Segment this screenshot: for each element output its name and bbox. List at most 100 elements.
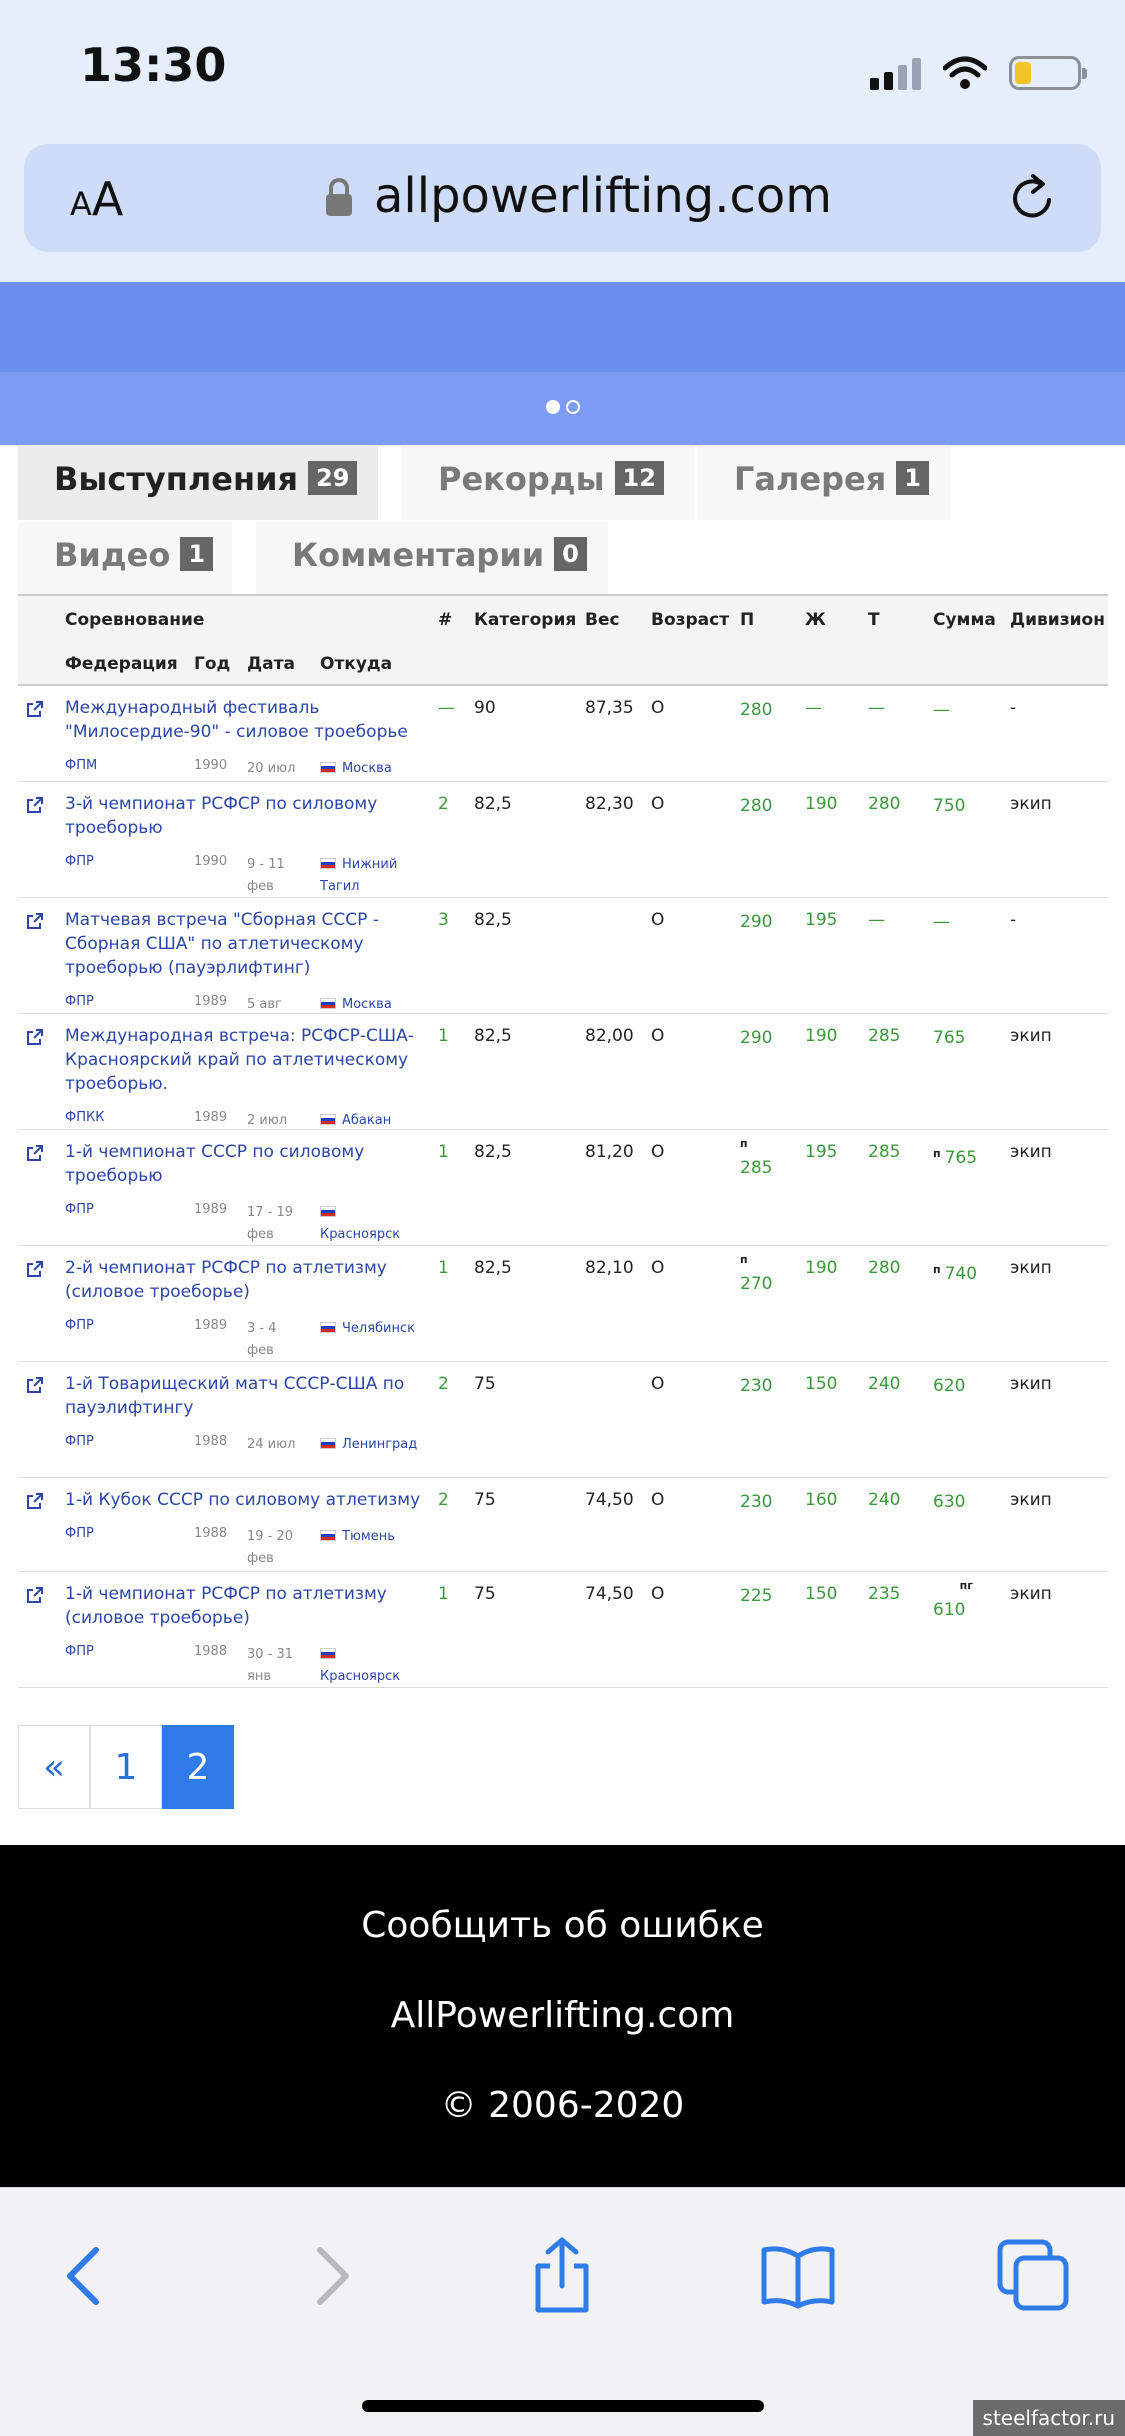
footer-site-link[interactable]: AllPowerlifting.com [0, 1995, 1125, 2036]
bodyweight-cell: 81,20 [585, 1142, 634, 1162]
report-error-link[interactable]: Сообщить об ошибке [0, 1905, 1125, 1946]
bench-cell: 150 [805, 1584, 838, 1604]
competition-link[interactable]: 1-й чемпионат СССР по силовому троеборью [65, 1140, 425, 1188]
age-cell: О [651, 910, 665, 930]
external-link-icon[interactable] [26, 1144, 44, 1162]
russia-flag-icon [320, 1322, 336, 1333]
external-link-icon[interactable] [26, 796, 44, 814]
table-row: Международный фестиваль "Милосердие-90" … [18, 686, 1108, 782]
reload-icon[interactable] [1005, 170, 1061, 226]
carousel-dot-1[interactable] [545, 400, 560, 414]
external-link-icon[interactable] [26, 1376, 44, 1394]
federation-link[interactable]: ФПМ [65, 758, 97, 773]
tab-gallery[interactable]: Галерея 1 [698, 446, 950, 520]
carousel-dots[interactable] [0, 400, 1125, 414]
bookmarks-icon[interactable] [758, 2236, 838, 2316]
address-bar[interactable]: AA allpowerlifting.com [24, 144, 1101, 252]
squat-value: 285 [740, 1158, 773, 1178]
header-bench: Ж [805, 610, 826, 630]
federation-link[interactable]: ФПР [65, 1644, 94, 1659]
table-row: 1-й чемпионат РСФСР по атлетизму (силово… [18, 1572, 1108, 1688]
city-name: Москва [342, 997, 392, 1012]
date-text: 20 июл [247, 761, 296, 776]
external-link-icon[interactable] [26, 1028, 44, 1046]
pagination-page-1[interactable]: 1 [90, 1725, 162, 1809]
place-cell: 3 [438, 910, 449, 930]
federation-link[interactable]: ФПР [65, 1202, 94, 1217]
header-year: Год [194, 654, 231, 674]
table-row: 2-й чемпионат РСФСР по атлетизму (силово… [18, 1246, 1108, 1362]
share-icon[interactable] [522, 2236, 602, 2316]
external-link-icon[interactable] [26, 912, 44, 930]
federation-link[interactable]: ФПР [65, 1434, 94, 1449]
competition-link[interactable]: Международная встреча: РСФСР-США-Красноя… [65, 1024, 425, 1096]
table-row: 1-й Товарищеский матч СССР-США по пауэли… [18, 1362, 1108, 1478]
age-cell: О [651, 1142, 665, 1162]
pagination-prev[interactable]: « [18, 1725, 90, 1809]
federation-link[interactable]: ФПР [65, 1318, 94, 1333]
division-cell: экип [1010, 1142, 1052, 1162]
tab-records[interactable]: Рекорды 12 [402, 446, 694, 520]
total-value: 765 [944, 1148, 978, 1168]
tabs-icon[interactable] [994, 2236, 1074, 2316]
place-cell: 2 [438, 1490, 449, 1510]
total-value: 630 [933, 1492, 966, 1512]
tab-label: Галерея [734, 460, 887, 498]
back-icon[interactable] [46, 2236, 126, 2316]
date-text: 2 июл [247, 1113, 288, 1128]
competition-link[interactable]: 2-й чемпионат РСФСР по атлетизму (силово… [65, 1256, 425, 1304]
header-age: Возраст [651, 610, 730, 630]
header-category: Категория [474, 610, 577, 630]
competition-link[interactable]: 1-й чемпионат РСФСР по атлетизму (силово… [65, 1582, 425, 1630]
city-link[interactable]: Москва [320, 758, 420, 780]
city-link[interactable]: Ленинград [320, 1434, 420, 1456]
competition-link[interactable]: Международный фестиваль "Милосердие-90" … [65, 696, 425, 744]
bench-cell: 150 [805, 1374, 838, 1394]
city-link[interactable]: Тюмень [320, 1526, 420, 1548]
tab-comments[interactable]: Комментарии 0 [256, 522, 608, 596]
tab-performances[interactable]: Выступления 29 [18, 446, 378, 520]
external-link-icon[interactable] [26, 1260, 44, 1278]
text-size-button[interactable]: AA [70, 172, 123, 226]
lock-icon [326, 178, 352, 216]
pagination-page-2[interactable]: 2 [162, 1725, 234, 1809]
city-link[interactable]: Красноярск [320, 1644, 420, 1688]
federation-link[interactable]: ФПР [65, 854, 94, 869]
competition-link[interactable]: Матчевая встреча "Сборная СССР - Сборная… [65, 908, 425, 980]
federation-link[interactable]: ФПР [65, 994, 94, 1009]
russia-flag-icon [320, 1114, 336, 1125]
city-link[interactable]: Москва [320, 994, 420, 1016]
year-text: 1988 [194, 1644, 228, 1659]
place-cell: 1 [438, 1142, 449, 1162]
city-link[interactable]: Челябинск [320, 1318, 420, 1340]
city-link[interactable]: Абакан [320, 1110, 420, 1132]
external-link-icon[interactable] [26, 1492, 44, 1510]
forward-icon[interactable] [290, 2236, 370, 2316]
footer-copyright: © 2006-2020 [440, 2085, 685, 2126]
age-cell: О [651, 1584, 665, 1604]
city-name: Челябинск [342, 1321, 416, 1336]
header-deadlift: Т [868, 610, 880, 630]
federation-link[interactable]: ФПР [65, 1526, 94, 1541]
tab-video[interactable]: Видео 1 [18, 522, 232, 596]
external-link-icon[interactable] [26, 1586, 44, 1604]
city-link[interactable]: Нижний Тагил [320, 854, 420, 898]
total-cell: пг 610 [933, 1574, 993, 1622]
url-text[interactable]: allpowerlifting.com [374, 168, 832, 224]
header-total: Сумма [933, 610, 996, 630]
city-link[interactable]: Красноярск [320, 1202, 420, 1246]
competition-link[interactable]: 1-й Кубок СССР по силовому атлетизму [65, 1488, 425, 1512]
squat-value: 230 [740, 1376, 773, 1396]
russia-flag-icon [320, 762, 336, 773]
competition-link[interactable]: 3-й чемпионат РСФСР по силовому троеборь… [65, 792, 425, 840]
federation-link[interactable]: ФПКК [65, 1110, 104, 1125]
carousel-dot-2[interactable] [565, 400, 580, 414]
external-link-icon[interactable] [26, 700, 44, 718]
competition-link[interactable]: 1-й Товарищеский матч СССР-США по пауэли… [65, 1372, 425, 1420]
count-badge: 29 [308, 461, 358, 495]
deadlift-cell: — [868, 698, 885, 718]
date-text: 30 - 31 янв [247, 1647, 294, 1684]
cellular-signal-icon [870, 56, 921, 90]
count-badge: 12 [614, 461, 664, 495]
year-text: 1988 [194, 1434, 228, 1449]
